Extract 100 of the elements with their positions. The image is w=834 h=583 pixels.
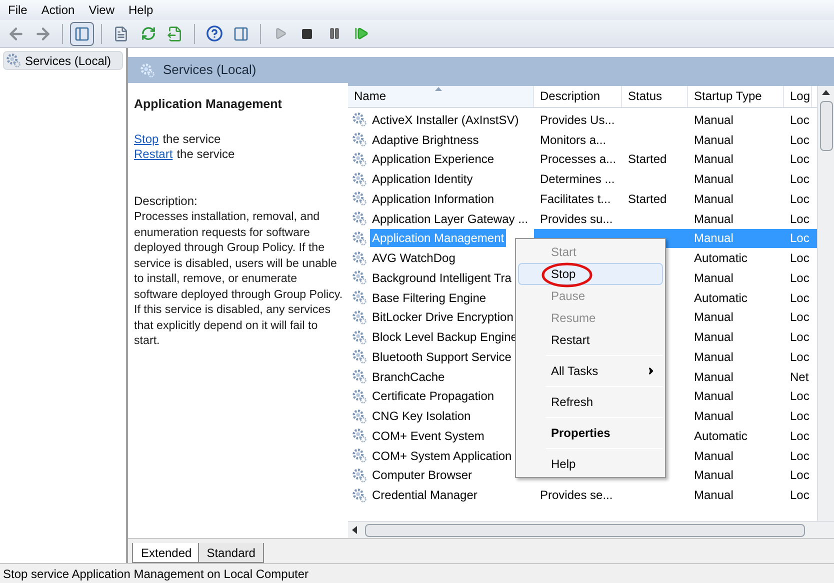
service-name[interactable]: Credential Manager (370, 486, 480, 504)
table-cell: Automatic (694, 251, 748, 266)
table-cell: Manual (694, 152, 734, 166)
gear-icon (352, 388, 367, 404)
table-cell: Loc (790, 172, 810, 186)
service-title: Application Management (134, 97, 283, 112)
service-name[interactable]: Computer Browser (370, 466, 474, 484)
menu-item[interactable]: View (88, 1, 114, 19)
table-cell: Determines ... (540, 172, 615, 186)
table-cell: Manual (694, 270, 734, 285)
service-name[interactable]: Application Experience (370, 150, 496, 168)
scroll-left-icon[interactable] (352, 526, 357, 534)
menu-item[interactable]: File (8, 1, 28, 19)
table-cell: Loc (790, 389, 810, 404)
service-name[interactable]: Application Information (370, 190, 496, 208)
gear-icon (352, 448, 367, 464)
table-cell: Net (790, 370, 809, 384)
service-action-text: the service (162, 132, 221, 147)
column-header[interactable]: Name (348, 86, 534, 107)
service-name[interactable]: AVG WatchDog (370, 249, 458, 268)
scrollbar-thumb[interactable] (820, 101, 832, 151)
menu-item[interactable]: Help (128, 1, 154, 19)
service-action-text: the service (176, 147, 235, 162)
gear-icon (352, 112, 367, 128)
table-cell: Loc (790, 409, 810, 424)
table-cell: Loc (790, 310, 810, 324)
column-header[interactable]: Description (534, 86, 622, 107)
table-cell: Manual (694, 448, 734, 463)
service-name[interactable]: COM+ Event System (370, 426, 486, 445)
service-name[interactable]: Application Layer Gateway ... (370, 210, 530, 228)
menu-option[interactable]: Stop (518, 263, 663, 285)
gear-icon (352, 290, 367, 306)
service-name[interactable]: Certificate Propagation (370, 387, 496, 406)
view-tab[interactable]: Extended (132, 543, 201, 563)
table-cell: Loc (790, 350, 810, 364)
menu-option[interactable]: Restart (518, 329, 663, 351)
table-cell: Loc (790, 152, 810, 166)
table-cell: Monitors a... (540, 132, 606, 147)
table-cell: Facilitates t... (540, 192, 611, 206)
table-cell: Manual (694, 409, 734, 424)
service-name[interactable]: Base Filtering Engine (370, 288, 488, 307)
menu-option[interactable]: Properties (518, 422, 663, 444)
service-name[interactable]: Background Intelligent Tra (370, 268, 514, 287)
menu-option[interactable]: All Tasks (518, 360, 663, 382)
service-name[interactable]: Adaptive Brightness (370, 130, 481, 149)
gear-icon (352, 152, 367, 167)
vertical-scrollbar[interactable] (817, 86, 834, 521)
table-cell: Manual (694, 468, 734, 482)
column-header[interactable]: Status (622, 86, 688, 107)
table-cell: Loc (790, 112, 810, 127)
status-bar: Stop service Application Management on Local Computer (0, 563, 834, 583)
table-cell: Loc (790, 428, 810, 443)
gear-icon (352, 191, 367, 206)
menu-option[interactable]: Help (518, 453, 663, 475)
highlight-circle (541, 262, 593, 288)
table-cell: Started (628, 192, 667, 206)
service-name[interactable]: Bluetooth Support Service (370, 348, 514, 366)
view-tab[interactable]: Standard (198, 543, 264, 563)
column-header[interactable]: Log (784, 86, 812, 107)
table-cell: Loc (790, 330, 810, 344)
horizontal-scrollbar[interactable] (348, 521, 834, 538)
gear-icon (352, 211, 367, 226)
service-name[interactable]: BranchCache (370, 368, 447, 386)
menu-option[interactable]: Refresh (518, 391, 663, 413)
column-header[interactable]: Startup Type (688, 86, 784, 107)
table-cell: Loc (790, 132, 810, 147)
table-cell: Loc (790, 212, 810, 226)
tree-item[interactable]: Services (Local) (3, 51, 123, 70)
service-name[interactable]: COM+ System Application (370, 446, 514, 465)
gear-icon (352, 488, 367, 503)
service-name[interactable]: ActiveX Installer (AxInstSV) (370, 110, 521, 129)
table-cell: Manual (694, 389, 734, 404)
service-description: Processes installation, removal, and enumeration requests for software deployed through Group Policy. If the service is disabled, users will be unable to install, remove, or enumerate software deployed through Group Policy. If this service is disabled, any services that explicitly depend on it will fail to start. (134, 209, 344, 348)
table-cell: Manual (694, 132, 734, 147)
gear-icon (352, 230, 367, 246)
gear-icon (6, 53, 21, 68)
service-name[interactable]: Application Identity (370, 170, 475, 188)
gear-icon (352, 408, 367, 424)
scroll-up-icon[interactable] (822, 90, 830, 95)
table-cell: Loc (790, 270, 810, 285)
table-cell: Loc (790, 290, 810, 305)
gear-icon (352, 349, 367, 364)
table-cell: Manual (694, 350, 734, 364)
gear-icon (352, 172, 367, 187)
table-cell: Started (628, 152, 667, 166)
service-action-link[interactable]: Stop (134, 132, 159, 147)
gear-icon (352, 369, 367, 384)
table-cell: Automatic (694, 290, 748, 305)
console-tree-icon[interactable] (70, 22, 94, 46)
table-cell: Loc (790, 231, 810, 246)
table-cell: Manual (694, 231, 734, 246)
table-cell: Manual (694, 112, 734, 127)
menu-item[interactable]: Action (41, 1, 75, 19)
service-name[interactable]: BitLocker Drive Encryption (370, 308, 516, 326)
table-cell: Manual (694, 172, 734, 186)
submenu-arrow-icon (646, 366, 656, 376)
table-cell: Manual (694, 192, 734, 206)
scrollbar-thumb[interactable] (365, 524, 805, 536)
service-name[interactable]: CNG Key Isolation (370, 407, 473, 426)
service-action-link[interactable]: Restart (134, 147, 173, 162)
